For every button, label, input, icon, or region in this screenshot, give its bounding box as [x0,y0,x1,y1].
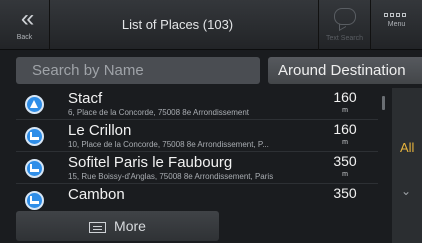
search-input[interactable]: Search by Name [16,57,260,84]
places-list: Stacf 6, Place de la Concorde, 75008 8e … [16,88,378,212]
place-name: Le Crillon [68,122,132,139]
list-item[interactable]: Cambon 350 [16,184,378,212]
place-distance: 350 [333,185,357,201]
list-item[interactable]: Le Crillon 10, Place de la Concorde, 750… [16,120,378,152]
menu-grid-icon [383,13,410,17]
all-categories-label[interactable]: All [400,140,414,155]
list-scrollbar[interactable] [382,96,385,110]
text-search-button[interactable]: Text Search [318,0,370,50]
place-distance: 350 [333,153,357,169]
menu-label: Menu [387,21,406,28]
place-name: Sofitel Paris le Faubourg [68,154,233,171]
poi-triangle-icon [25,95,44,114]
hotel-bed-icon [25,127,44,146]
hotel-bed-icon [25,191,44,210]
distance-unit: m [342,139,348,146]
back-button[interactable]: « Back [0,0,50,50]
list-lines-icon [89,221,107,233]
place-distance: 160 [333,121,357,137]
hotel-bed-icon [25,159,44,178]
place-address: 10, Place de la Concorde, 75008 8e Arron… [68,140,269,149]
speech-bubble-icon [333,8,356,25]
around-destination-button[interactable]: Around Destination [268,57,422,84]
place-name: Stacf [68,90,103,107]
distance-unit: m [342,171,348,178]
place-name: Cambon [68,186,125,203]
more-button[interactable]: More [16,211,219,241]
double-chevron-left-icon: « [20,5,34,32]
place-address: 6, Place de la Concorde, 75008 8e Arrond… [68,108,250,117]
menu-button[interactable]: Menu [370,0,422,50]
distance-unit: m [342,107,348,114]
place-address: 15, Rue Boissy-d'Anglas, 75008 8e Arrond… [68,172,274,181]
list-item[interactable]: Sofitel Paris le Faubourg 15, Rue Boissy… [16,152,378,184]
back-label: Back [16,34,33,41]
list-item[interactable]: Stacf 6, Place de la Concorde, 75008 8e … [16,88,378,120]
page-title: List of Places (103) [121,17,234,32]
category-side-panel[interactable]: All ⌄ [392,88,422,243]
place-distance: 160 [333,89,357,105]
chevron-down-icon[interactable]: ⌄ [401,184,411,198]
text-search-label: Text Search [326,35,363,42]
top-bar: « Back List of Places (103) Text Search … [0,0,422,50]
more-label: More [114,218,146,234]
